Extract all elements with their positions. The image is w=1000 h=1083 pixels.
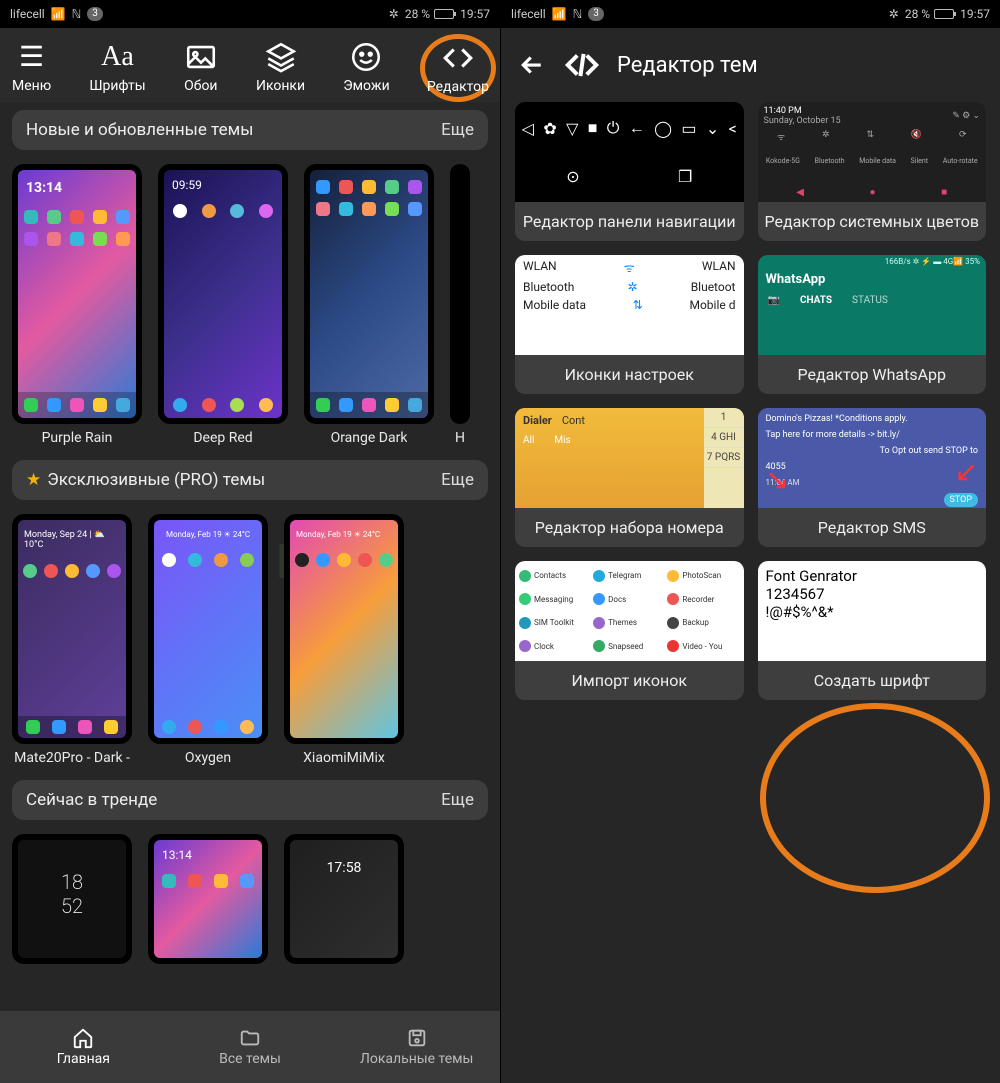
wallpaper-button[interactable]: Обои	[178, 36, 224, 100]
card-create-font[interactable]: Font Genrator 1234567 !@#$%^&* Создать ш…	[758, 561, 987, 700]
fonts-button[interactable]: Aa Шрифты	[83, 36, 151, 100]
nav-all-themes[interactable]: Все темы	[167, 1011, 334, 1083]
menu-button[interactable]: ☰ Меню	[6, 36, 57, 100]
folder-icon	[239, 1027, 261, 1049]
theme-card[interactable]: 1852	[12, 834, 132, 964]
notif-count: 3	[87, 7, 103, 21]
top-toolbar: ☰ Меню Aa Шрифты Обои Иконки Эможи Редак…	[0, 28, 500, 102]
more-link-pro[interactable]: Еще	[441, 470, 474, 490]
card-dialer-editor[interactable]: DialerCont AllMis 14 GHI7 PQRS Редактор …	[515, 408, 744, 547]
battery-indicator: 28 %	[405, 7, 454, 21]
status-bar: lifecell 📶 ℕ 3 ✲ 28 % 19:57	[0, 0, 500, 28]
theme-card[interactable]: Monday, Sep 24 | ⛅ 10°C Mate20Pro - Dark…	[12, 514, 132, 766]
theme-card[interactable]: 17:58	[284, 834, 404, 964]
trending-list[interactable]: 1852 13:14 17:58	[0, 824, 500, 964]
card-sms-editor[interactable]: Domino's Pizzas! *Conditions apply. Tap …	[758, 408, 987, 547]
theme-card[interactable]: Monday, Feb 19 ☀ 24°C Oxygen	[148, 514, 268, 766]
editor-title: Редактор тем	[617, 53, 758, 78]
preview: 11:40 PMSunday, October 15✎ ⚙ ⌄ ᯤ✲⇅🔇⟳ Ko…	[758, 102, 987, 202]
layers-icon	[264, 40, 298, 74]
theme-card[interactable]: 09:59 Deep Red	[158, 164, 288, 446]
back-icon[interactable]	[517, 50, 547, 80]
bluetooth-icon: ✲	[889, 7, 899, 21]
theme-card[interactable]: Orange Dark	[304, 164, 434, 446]
font-icon: Aa	[100, 40, 134, 74]
icons-button[interactable]: Иконки	[250, 36, 311, 100]
star-icon: ★	[26, 470, 41, 490]
nfc-icon: ℕ	[72, 7, 82, 21]
new-themes-list[interactable]: 13:14 Purple Rain 09:59 Deep Red	[0, 154, 500, 452]
image-icon	[184, 40, 218, 74]
editor-grid: ◁✿▽■⏻ ←◯▭ ⌄<⊙❐ Редактор панели навигации…	[501, 94, 1000, 708]
themes-home-pane: lifecell 📶 ℕ 3 ✲ 28 % 19:57 ☰ Меню Aa Шр…	[0, 0, 500, 1083]
editor-header: Редактор тем	[501, 28, 1000, 94]
highlight-circle	[760, 703, 990, 893]
section-new-themes: Новые и обновленные темы Еще	[12, 110, 488, 150]
clock: 19:57	[460, 7, 490, 21]
preview: Font Genrator 1234567 !@#$%^&*	[758, 561, 987, 661]
home-icon	[72, 1027, 94, 1049]
code-icon	[441, 41, 475, 75]
battery-indicator: 28 %	[905, 7, 954, 21]
theme-card[interactable]: H	[450, 164, 470, 446]
preview: DialerCont AllMis 14 GHI7 PQRS	[515, 408, 744, 508]
bluetooth-icon: ✲	[389, 7, 399, 21]
preview: Domino's Pizzas! *Conditions apply. Tap …	[758, 408, 987, 508]
theme-card[interactable]: 13:14	[148, 834, 268, 964]
hamburger-icon: ☰	[15, 40, 49, 74]
preview: Contacts Telegram PhotoScan Messaging Do…	[515, 561, 744, 661]
preview: ◁✿▽■⏻ ←◯▭ ⌄<⊙❐	[515, 102, 744, 202]
status-bar: lifecell 📶 ℕ 3 ✲ 28 % 19:57	[501, 0, 1000, 28]
card-import-icons[interactable]: Contacts Telegram PhotoScan Messaging Do…	[515, 561, 744, 700]
card-nav-editor[interactable]: ◁✿▽■⏻ ←◯▭ ⌄<⊙❐ Редактор панели навигации	[515, 102, 744, 241]
code-icon	[563, 46, 601, 84]
smile-icon	[349, 40, 383, 74]
bottom-nav: Главная Все темы Локальные темы	[0, 1011, 500, 1083]
nav-home[interactable]: Главная	[0, 1011, 167, 1083]
more-link-trend[interactable]: Еще	[441, 790, 474, 810]
pro-themes-list[interactable]: Monday, Sep 24 | ⛅ 10°C Mate20Pro - Dark…	[0, 504, 500, 772]
card-settings-icons[interactable]: WLANᯤWLAN Bluetooth✲Bluetoot Mobile data…	[515, 255, 744, 394]
signal-icon: 📶	[552, 7, 567, 21]
more-link-new[interactable]: Еще	[441, 120, 474, 140]
signal-icon: 📶	[51, 7, 66, 21]
section-pro-themes: ★Эксклюзивные (PRO) темы Еще	[12, 460, 488, 500]
theme-editor-pane: lifecell 📶 ℕ 3 ✲ 28 % 19:57 Редактор тем…	[500, 0, 1000, 1083]
theme-card[interactable]: Monday, Feb 19 ☀ 24°C XiaomiMiMix	[284, 514, 404, 766]
preview: WLANᯤWLAN Bluetooth✲Bluetoot Mobile data…	[515, 255, 744, 355]
editor-button[interactable]: Редактор	[420, 34, 496, 102]
carrier-label: lifecell	[511, 7, 546, 21]
carrier-label: lifecell	[10, 7, 45, 21]
preview: 166B/s ✲ ⚡ ▬ 4G📶 35% WhatsApp 📷CHATSSTAT…	[758, 255, 987, 355]
save-icon	[406, 1027, 428, 1049]
card-system-colors[interactable]: 11:40 PMSunday, October 15✎ ⚙ ⌄ ᯤ✲⇅🔇⟳ Ko…	[758, 102, 987, 241]
nfc-icon: ℕ	[573, 7, 583, 21]
card-whatsapp-editor[interactable]: 166B/s ✲ ⚡ ▬ 4G📶 35% WhatsApp 📷CHATSSTAT…	[758, 255, 987, 394]
nav-local-themes[interactable]: Локальные темы	[333, 1011, 500, 1083]
clock: 19:57	[960, 7, 990, 21]
emoji-button[interactable]: Эможи	[337, 36, 395, 100]
section-trending: Сейчас в тренде Еще	[12, 780, 488, 820]
theme-card[interactable]: 13:14 Purple Rain	[12, 164, 142, 446]
notif-count: 3	[588, 7, 604, 21]
